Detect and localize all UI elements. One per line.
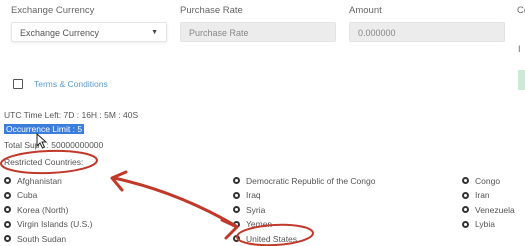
annotation-arrow-line [112, 176, 238, 228]
annotation-overlay [0, 149, 314, 246]
arrow-head-right-icon [220, 218, 239, 240]
united-states-circle [236, 223, 314, 246]
restricted-heading-circle [0, 149, 98, 175]
